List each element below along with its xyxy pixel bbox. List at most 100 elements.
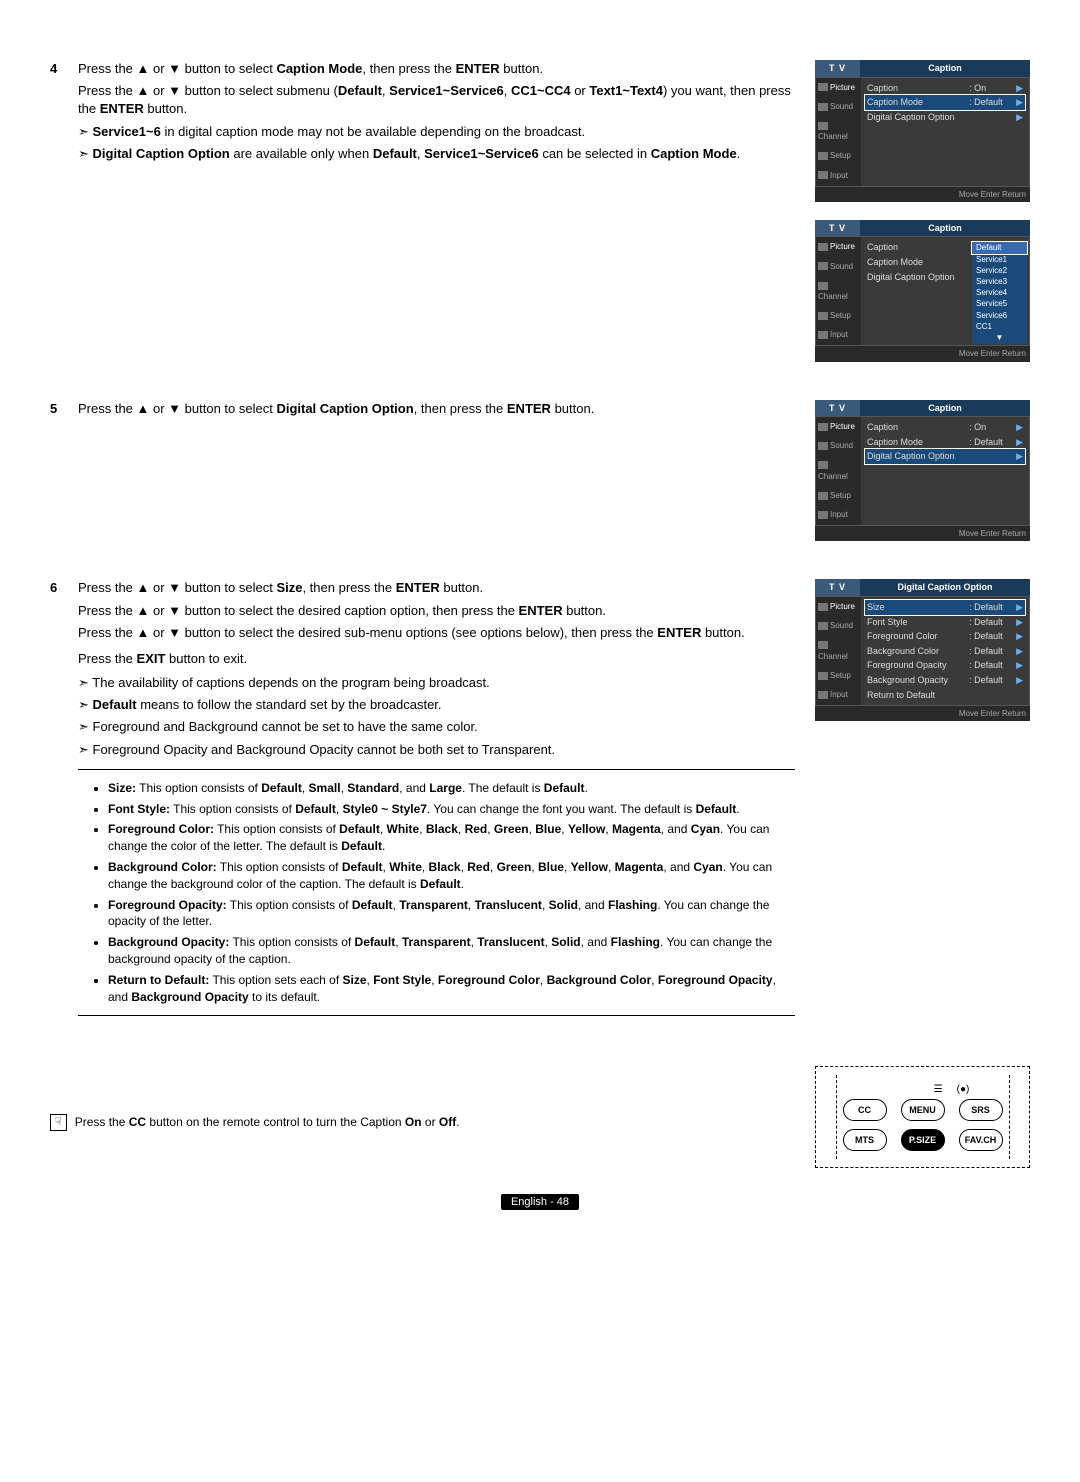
arrow-icon: ▶: [1016, 82, 1023, 95]
step-num: 5: [50, 400, 78, 560]
sidebar-item-setup: Setup: [816, 666, 861, 685]
sidebar-item-setup: Setup: [816, 306, 861, 325]
dropdown-item: CC1: [972, 321, 1027, 332]
remote-tip: ☟ Press the CC button on the remote cont…: [50, 1114, 795, 1131]
sidebar-item-channel: Channel: [816, 276, 861, 306]
dropdown-more-icon: ▼: [972, 332, 1027, 343]
sound-icon: [818, 622, 828, 630]
menu-area: Caption: On▶ Caption Mode: Default▶ Digi…: [861, 78, 1029, 186]
input-icon: [818, 171, 828, 179]
menu-title: Digital Caption Option: [860, 579, 1030, 596]
menu-row: Foreground Opacity: Default▶: [865, 658, 1025, 673]
remote-srs-button: SRS: [959, 1099, 1003, 1121]
note: Foreground and Background cannot be set …: [78, 718, 795, 736]
remote-menu-button: MENU: [901, 1099, 945, 1121]
tv-footer: Move Enter Return: [815, 706, 1030, 721]
tv-menu-caption-3: T VCaption Picture Sound Channel Setup I…: [815, 400, 1030, 542]
menu-row: Caption: On▶: [865, 81, 1025, 96]
menu-area: Caption: On▶ Caption Mode: Default▶ Digi…: [861, 417, 1029, 525]
menu-area: Size: Default▶ Font Style: Default▶ Fore…: [861, 597, 1029, 705]
remote-tip-icon: ☟: [50, 1114, 67, 1131]
setup-icon: [818, 152, 828, 160]
note: Foreground Opacity and Background Opacit…: [78, 741, 795, 759]
picture-icon: [818, 83, 828, 91]
menu-row: Caption Mode: Default▶: [865, 435, 1025, 450]
arrow-icon: ▶: [1016, 674, 1023, 687]
sidebar-item-input: Input: [816, 685, 861, 704]
menu-row-selected: Size: Default▶: [865, 600, 1025, 615]
sidebar-item-setup: Setup: [816, 146, 861, 165]
text: Press the ▲ or ▼ button to select Size, …: [78, 579, 795, 597]
step-num: 6: [50, 579, 78, 1026]
menu-row-selected: Caption Mode: Default▶: [865, 95, 1025, 110]
text: Press the EXIT button to exit.: [78, 650, 795, 668]
picture-icon: [818, 423, 828, 431]
note: Service1~6 in digital caption mode may n…: [78, 123, 795, 141]
dropdown-item: Service1: [972, 254, 1027, 265]
channel-icon: [818, 282, 828, 290]
menu-title: Caption: [860, 220, 1030, 237]
channel-icon: [818, 122, 828, 130]
sound-icon: [818, 262, 828, 270]
setup-icon: [818, 312, 828, 320]
sidebar-item-sound: Sound: [816, 616, 861, 635]
text: Press the ▲ or ▼ button to select Digita…: [78, 400, 795, 418]
sidebar-item-picture: Picture: [816, 78, 861, 97]
remote-psize-button: P.SIZE: [901, 1129, 945, 1151]
sidebar-item-setup: Setup: [816, 486, 861, 505]
tv-tab: T V: [815, 400, 860, 417]
arrow-icon: ▶: [1016, 421, 1023, 434]
sidebar-item-channel: Channel: [816, 456, 861, 486]
sound-icon: [818, 442, 828, 450]
note: Background Opacity: This option consists…: [108, 934, 795, 968]
note: Return to Default: This option sets each…: [108, 972, 795, 1006]
menu-title: Caption: [860, 60, 1030, 77]
menu-title: Caption: [860, 400, 1030, 417]
tv-sidebar: Picture Sound Channel Setup Input: [816, 237, 861, 345]
dropdown-item: Service5: [972, 298, 1027, 309]
sidebar-item-picture: Picture: [816, 237, 861, 256]
arrow-icon: ▶: [1016, 659, 1023, 672]
arrow-icon: ▶: [1016, 645, 1023, 658]
tv-menu-caption-2: T VCaption Picture Sound Channel Setup I…: [815, 220, 1030, 362]
dropdown-item: Service3: [972, 276, 1027, 287]
arrow-icon: ▶: [1016, 601, 1023, 614]
sound-icon: [818, 103, 828, 111]
remote-cc-button: CC: [843, 1099, 887, 1121]
sidebar-item-sound: Sound: [816, 97, 861, 116]
input-icon: [818, 511, 828, 519]
remote-illustration: ☰ (●) CC MENU SRS MTS P.SIZE FAV.CH: [815, 1066, 1030, 1168]
tv-tab: T V: [815, 220, 860, 237]
text: Press the ▲ or ▼ button to select submen…: [78, 82, 795, 118]
note: Size: This option consists of Default, S…: [108, 780, 795, 797]
text: Press the CC button on the remote contro…: [75, 1114, 460, 1131]
input-icon: [818, 331, 828, 339]
note: Default means to follow the standard set…: [78, 696, 795, 714]
divider: [78, 1015, 795, 1016]
note: The availability of captions depends on …: [78, 674, 795, 692]
arrow-icon: ▶: [1016, 616, 1023, 629]
sidebar-item-sound: Sound: [816, 436, 861, 455]
sidebar-item-input: Input: [816, 505, 861, 524]
text: Press the ▲ or ▼ button to select the de…: [78, 602, 795, 620]
tv-tab: T V: [815, 579, 860, 596]
sidebar-item-picture: Picture: [816, 417, 861, 436]
tv-footer: Move Enter Return: [815, 346, 1030, 361]
option-notes: Size: This option consists of Default, S…: [78, 780, 795, 1006]
dropdown-item: Service4: [972, 287, 1027, 298]
setup-icon: [818, 672, 828, 680]
tv-menu-caption-1: T VCaption Picture Sound Channel Setup I…: [815, 60, 1030, 202]
arrow-icon: ▶: [1016, 450, 1023, 463]
menu-area: Caption: Caption Mode Digital Caption Op…: [861, 237, 1029, 345]
menu-row: Foreground Color: Default▶: [865, 629, 1025, 644]
menu-row: Return to Default: [865, 688, 1025, 703]
step-6: 6 Press the ▲ or ▼ button to select Size…: [50, 579, 1030, 1026]
sidebar-item-input: Input: [816, 325, 861, 344]
step-num: 4: [50, 60, 78, 380]
tv-tab: T V: [815, 60, 860, 77]
note: Foreground Opacity: This option consists…: [108, 897, 795, 931]
tv-sidebar: Picture Sound Channel Setup Input: [816, 78, 861, 186]
menu-row: Background Color: Default▶: [865, 644, 1025, 659]
input-icon: [818, 691, 828, 699]
step-body: Press the ▲ or ▼ button to select Captio…: [78, 60, 807, 380]
